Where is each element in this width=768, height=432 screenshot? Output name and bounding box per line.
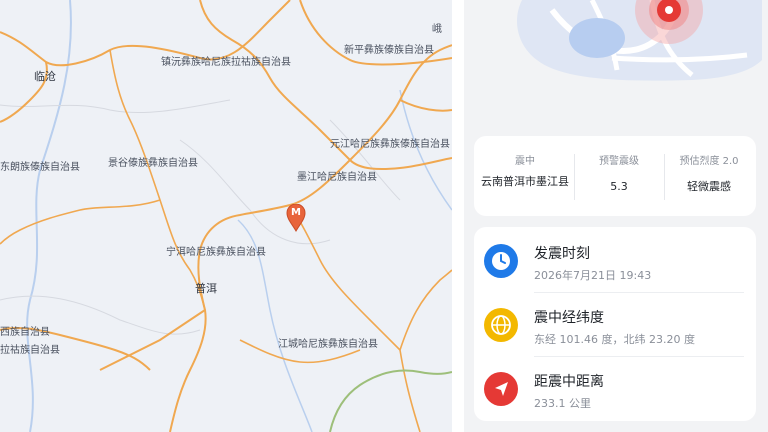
detail-row-time[interactable]: 发震时刻 2026年7月21日 19:43 [474,230,756,292]
location-arrow-icon [484,372,518,406]
epicenter-marker-icon[interactable]: M [286,204,306,232]
place-mojiang: 墨江哈尼族自治县 [297,172,377,183]
place-ninger: 宁洱哈尼族彝族自治县 [166,247,266,258]
globe-icon [484,308,518,342]
detail-title: 震中经纬度 [534,310,604,326]
place-puer: 普洱 [195,282,217,295]
mini-map[interactable] [492,0,762,82]
place-xinping: 新平彝族傣族自治县 [344,45,434,56]
detail-row-distance[interactable]: 距震中距离 233.1 公里 [474,358,756,420]
epicenter-label: 震中 [515,156,535,167]
warning-magnitude-col: 预警震级 5.3 [574,136,664,216]
place-jinggu: 景谷傣族彝族自治县 [108,158,198,169]
place-zhenyuan: 镇沅彝族哈尼族拉祜族自治县 [161,57,291,68]
info-panel: 震中 云南普洱市墨江县 预警震级 5.3 预估烈度 2.0 轻微震感 发震时刻 … [464,0,768,432]
place-shuangjiang: 东朗族傣族自治县 [0,162,80,173]
warning-magnitude-label: 预警震级 [599,156,639,167]
marker-letter: M [291,207,301,218]
warning-magnitude-value: 5.3 [610,180,628,193]
detail-row-coordinates[interactable]: 震中经纬度 东经 101.46 度，北纬 23.20 度 [474,294,756,356]
intensity-label: 预估烈度 2.0 [679,156,739,167]
detail-title: 发震时刻 [534,246,590,262]
detail-value: 233.1 公里 [534,397,591,410]
row-divider [534,356,744,357]
epicenter-col: 震中 云南普洱市墨江县 [480,136,570,216]
earthquake-map[interactable]: 临沧 镇沅彝族哈尼族拉祜族自治县 新平彝族傣族自治县 元江哈尼族彝族傣族自治县 … [0,0,452,432]
epicenter-summary-card: 震中 云南普洱市墨江县 预警震级 5.3 预估烈度 2.0 轻微震感 [474,136,756,216]
place-jiangcheng: 江城哈尼族彝族自治县 [278,339,378,350]
clock-icon [484,244,518,278]
detail-value: 东经 101.46 度，北纬 23.20 度 [534,333,695,346]
details-card: 发震时刻 2026年7月21日 19:43 震中经纬度 东经 101.46 度，… [474,227,756,421]
place-menglian: 拉祜族自治县 [0,345,60,356]
place-lincang: 临沧 [34,70,56,83]
place-lancang: 西族自治县 [0,327,50,338]
row-divider [534,292,744,293]
intensity-value: 轻微震感 [687,180,731,193]
place-edge: 峨 [432,24,442,35]
panel-divider [452,0,464,432]
epicenter-value: 云南普洱市墨江县 [481,175,569,188]
detail-value: 2026年7月21日 19:43 [534,269,652,282]
place-yuanjiang: 元江哈尼族彝族傣族自治县 [330,139,450,150]
intensity-col: 预估烈度 2.0 轻微震感 [664,136,754,216]
detail-title: 距震中距离 [534,374,604,390]
